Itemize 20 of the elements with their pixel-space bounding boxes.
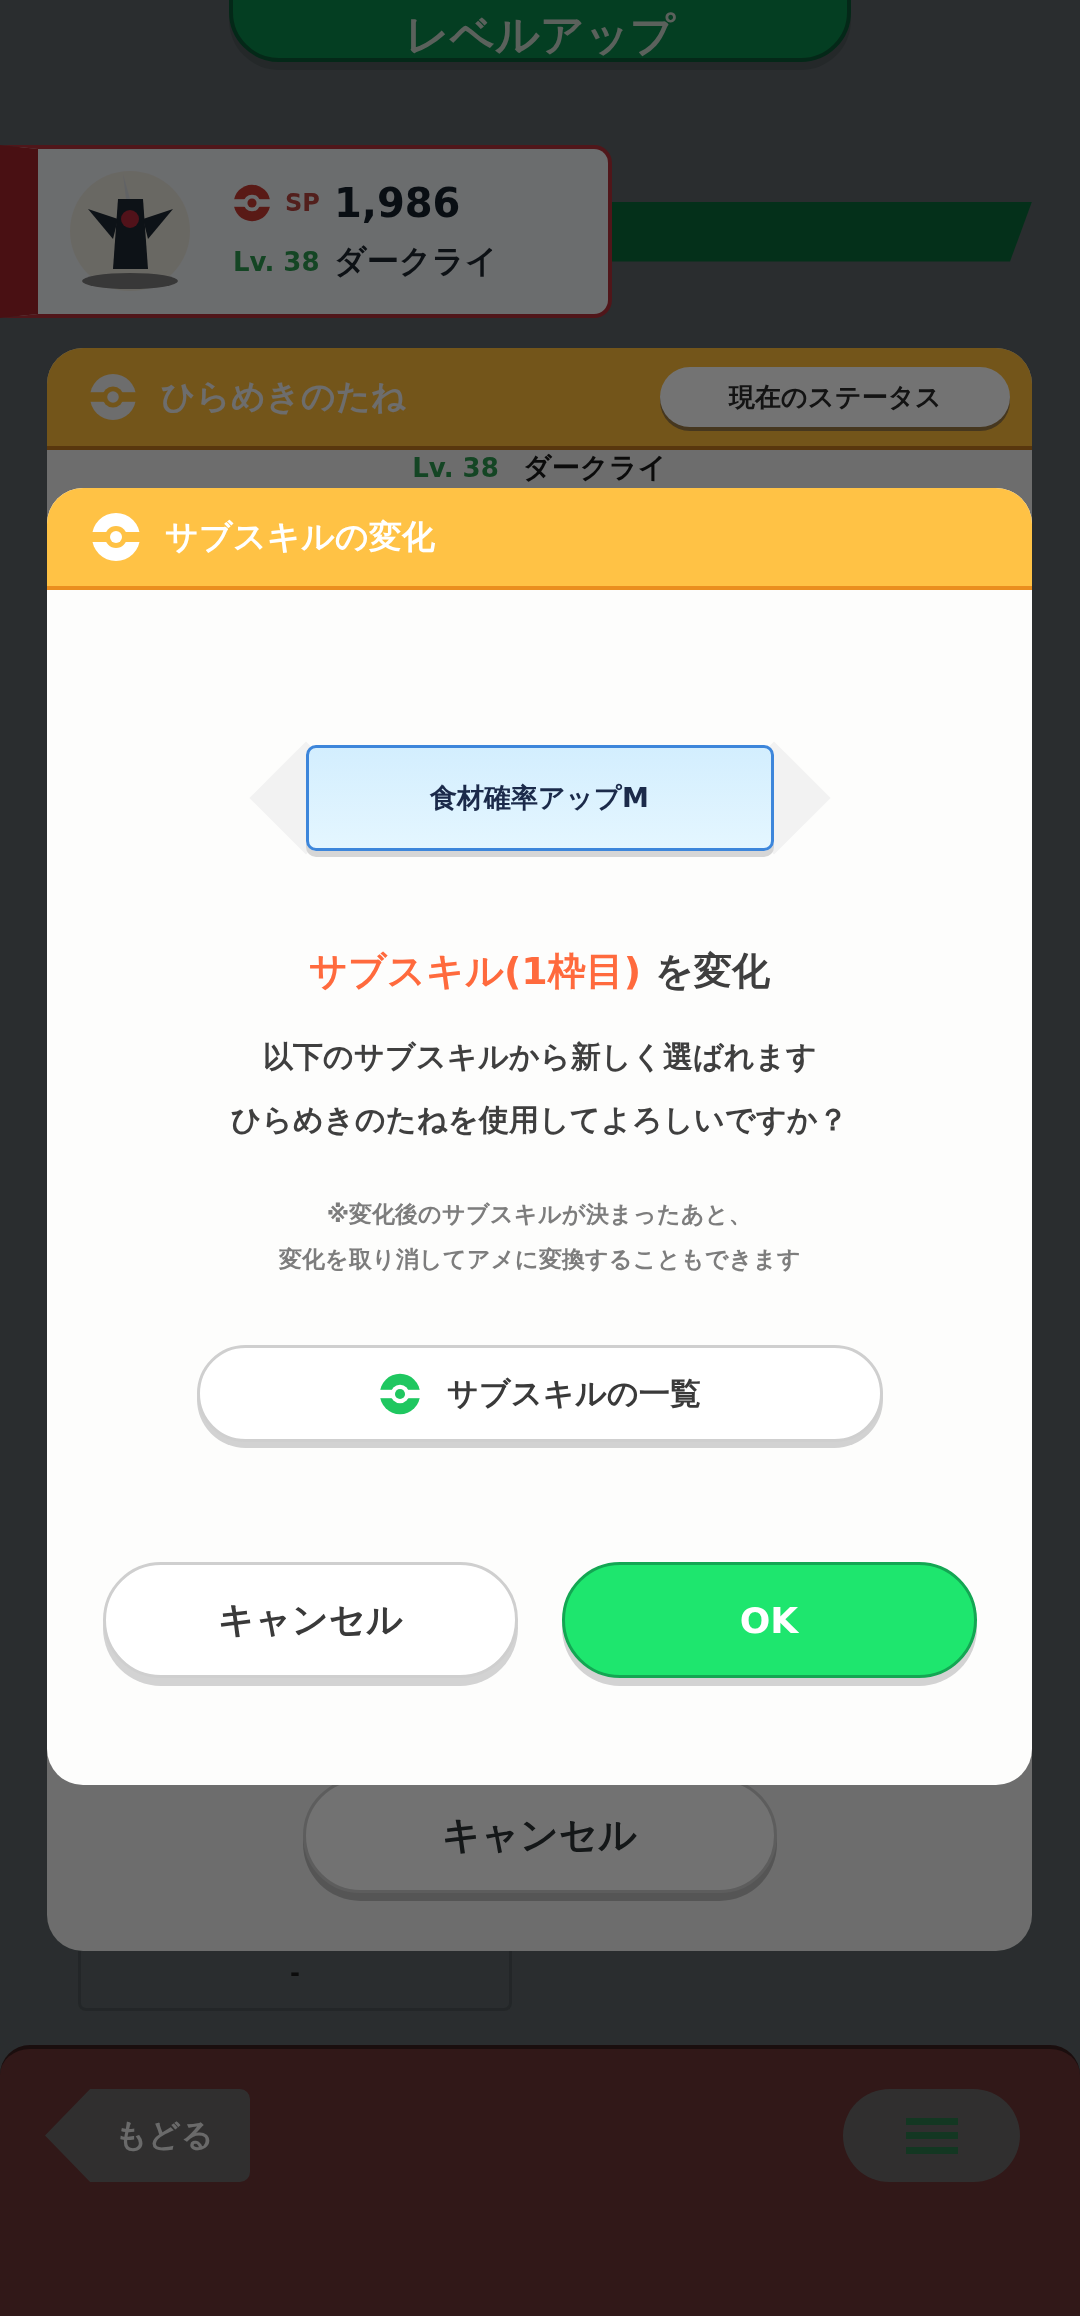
value-field: - xyxy=(78,1951,512,2011)
message-text: ひらめきのたねを使用してよろしいですか？ xyxy=(231,1101,848,1139)
menu-icon xyxy=(905,2117,958,2154)
sp-value: 1,986 xyxy=(333,179,461,226)
ball-icon xyxy=(89,373,137,421)
note-text: ※変化後のサブスキルが決まったあと、 xyxy=(326,1200,753,1229)
pokemon-name: ダークライ xyxy=(522,454,667,482)
message-text: 以下のサブスキルから新しく選ばれます xyxy=(262,1038,817,1076)
ball-icon xyxy=(378,1372,421,1415)
note-text: 変化を取り消してアメに変換することもできます xyxy=(278,1245,801,1274)
pokemon-name: ダークライ xyxy=(333,240,498,282)
dialog-title: サブスキルの変化 xyxy=(165,515,435,558)
ball-icon xyxy=(91,512,141,562)
sp-label: SP xyxy=(285,188,320,217)
dialog-heading: サブスキル(1枠目) xyxy=(308,948,642,995)
level-text: Lv. 38 xyxy=(233,246,320,277)
dialog-heading: を変化 xyxy=(655,948,771,995)
ball-icon xyxy=(233,183,271,222)
panel-title: ひらめきのたね xyxy=(161,375,407,418)
level-text: Lv. 38 xyxy=(412,455,499,481)
